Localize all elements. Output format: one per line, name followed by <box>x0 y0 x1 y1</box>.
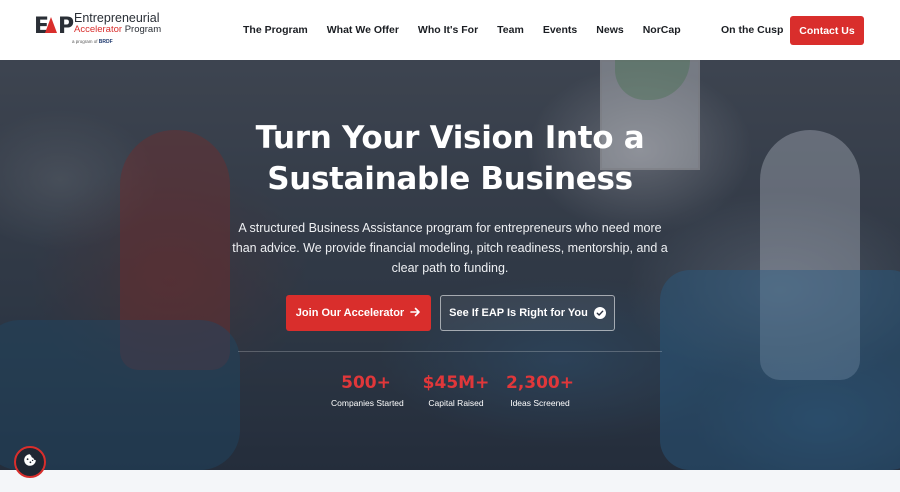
stat-value: 2,300+ <box>505 373 575 393</box>
hero-content: Turn Your Vision Into a Sustainable Busi… <box>0 60 900 470</box>
nav-item-the-program[interactable]: The Program <box>243 24 308 36</box>
site-logo[interactable]: E P Entrepreneurial Accelerator Program … <box>34 11 164 48</box>
nav-item-team[interactable]: Team <box>497 24 524 36</box>
stat-value: $45M+ <box>422 373 490 393</box>
hero-title: Turn Your Vision Into a Sustainable Busi… <box>200 118 700 200</box>
contact-us-button[interactable]: Contact Us <box>790 16 864 45</box>
stat-companies-started: 500+ Companies Started <box>331 373 404 408</box>
cookie-settings-button[interactable] <box>14 446 46 478</box>
nav-item-norcap[interactable]: NorCap <box>643 24 681 36</box>
hero-title-line2: Sustainable Business <box>267 161 633 197</box>
nav-item-who-its-for[interactable]: Who It's For <box>418 24 478 36</box>
stat-label: Capital Raised <box>428 398 484 408</box>
stat-ideas-screened: 2,300+ Ideas Screened <box>505 373 575 408</box>
hero-description: A structured Business Assistance program… <box>232 221 668 275</box>
hero-title-line1: Turn Your Vision Into a <box>255 120 645 156</box>
see-if-eap-right-button[interactable]: See If EAP Is Right for You <box>440 295 615 331</box>
eap-logo-mark: E P <box>34 14 75 39</box>
logo-subline: a program of BRDF <box>72 39 113 45</box>
join-accelerator-button[interactable]: Join Our Accelerator <box>286 295 431 331</box>
hero-divider <box>238 351 662 352</box>
nav-item-what-we-offer[interactable]: What We Offer <box>327 24 399 36</box>
nav-item-news[interactable]: News <box>596 24 623 36</box>
site-header: E P Entrepreneurial Accelerator Program … <box>0 0 900 60</box>
nav-item-events[interactable]: Events <box>543 24 577 36</box>
main-nav: The Program What We Offer Who It's For T… <box>243 0 700 60</box>
hero-section: Turn Your Vision Into a Sustainable Busi… <box>0 60 900 470</box>
arrow-right-icon <box>410 306 421 320</box>
join-accelerator-label: Join Our Accelerator <box>295 307 405 319</box>
see-if-eap-right-label: See If EAP Is Right for You <box>449 307 588 319</box>
next-section-edge <box>0 470 900 492</box>
nav-item-on-the-cusp[interactable]: On the Cusp <box>721 0 783 60</box>
check-circle-icon <box>593 307 606 319</box>
stat-value: 500+ <box>341 373 391 393</box>
cookie-icon <box>23 453 37 472</box>
logo-line2: Accelerator Program <box>74 24 162 36</box>
stat-capital-raised: $45M+ Capital Raised <box>421 373 491 408</box>
logo-text: Entrepreneurial Accelerator Program <box>74 11 162 36</box>
stat-label: Ideas Screened <box>510 398 570 408</box>
stat-label: Companies Started <box>331 398 404 408</box>
